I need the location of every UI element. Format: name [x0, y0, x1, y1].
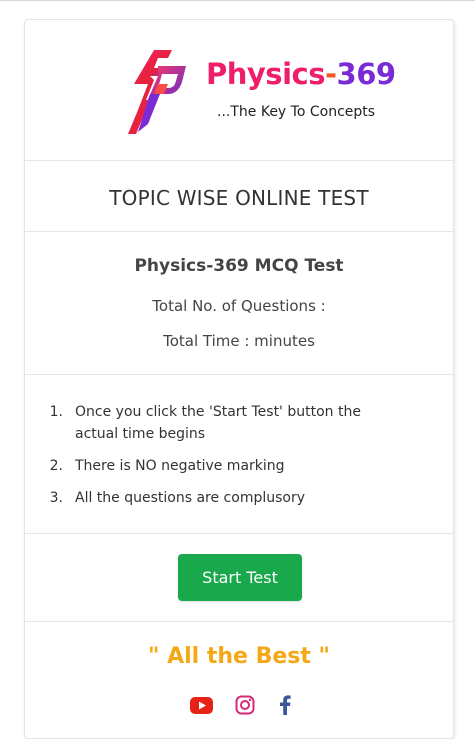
youtube-icon[interactable] [189, 693, 213, 717]
total-questions: Total No. of Questions : [152, 297, 326, 315]
divider [25, 533, 453, 534]
divider [25, 231, 453, 232]
total-time: Total Time : minutes [163, 332, 315, 350]
brand-name-dash: - [324, 57, 337, 91]
test-name: Physics-369 MCQ Test [134, 256, 344, 276]
page-title: TOPIC WISE ONLINE TEST [109, 186, 369, 210]
start-test-button[interactable]: Start Test [178, 554, 302, 601]
brand-name: Physics-369 [206, 60, 396, 89]
instruction-number: 1. [49, 404, 63, 420]
brand-tagline: ...The Key To Concepts [217, 104, 376, 120]
divider [25, 621, 453, 622]
all-the-best-message: " All the Best " [147, 644, 331, 669]
instruction-text: There is NO negative marking [75, 458, 285, 474]
brand-name-physics: Physics [206, 57, 325, 91]
instruction-text: All the questions are complusory [75, 490, 306, 506]
test-card: Physics-369 ...The Key To Concepts TOPIC… [24, 19, 454, 739]
instruction-number: 3. [49, 490, 63, 506]
divider [25, 160, 453, 161]
instruction-number: 2. [49, 458, 63, 474]
divider [25, 374, 453, 375]
sp-monogram-icon [128, 50, 186, 134]
brand-name-number: 369 [336, 57, 397, 91]
instagram-icon[interactable] [233, 693, 257, 717]
facebook-icon[interactable] [275, 693, 295, 717]
top-border [0, 0, 475, 1]
instruction-text: Once you click the 'Start Test' button t… [75, 404, 361, 442]
